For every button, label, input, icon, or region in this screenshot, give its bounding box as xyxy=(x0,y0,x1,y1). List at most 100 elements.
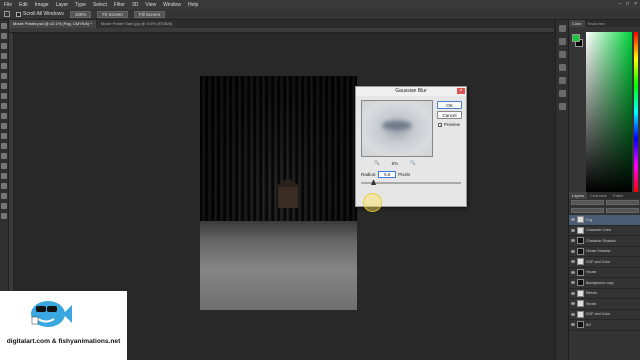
menu-type[interactable]: Type xyxy=(75,2,86,8)
tab-color[interactable]: Color xyxy=(569,20,585,27)
history-brush-tool-icon[interactable] xyxy=(1,113,7,119)
layer-row[interactable]: Character Color xyxy=(569,226,640,236)
visibility-eye-icon[interactable] xyxy=(571,323,575,327)
right-panels: Color Swatches Layers Channels Paths Fog… xyxy=(568,20,640,360)
menu-filter[interactable]: Filter xyxy=(114,2,125,8)
history-icon[interactable] xyxy=(558,25,566,32)
visibility-eye-icon[interactable] xyxy=(571,312,575,316)
type-tool-icon[interactable] xyxy=(1,173,7,179)
visibility-eye-icon[interactable] xyxy=(571,260,575,264)
brush-icon[interactable] xyxy=(558,77,566,84)
menu-view[interactable]: View xyxy=(145,2,156,8)
navigator-icon[interactable] xyxy=(558,103,566,110)
move-tool-icon[interactable] xyxy=(1,23,7,29)
blur-tool-icon[interactable] xyxy=(1,143,7,149)
saturation-field[interactable] xyxy=(586,32,632,192)
cancel-button[interactable]: Cancel xyxy=(437,111,462,119)
maximize-button[interactable]: □ xyxy=(626,1,629,7)
quick-select-tool-icon[interactable] xyxy=(1,53,7,59)
visibility-eye-icon[interactable] xyxy=(571,291,575,295)
visibility-eye-icon[interactable] xyxy=(571,249,575,253)
paragraph-icon[interactable] xyxy=(558,64,566,71)
layer-filter-select[interactable] xyxy=(571,200,604,205)
tab-layers[interactable]: Layers xyxy=(569,192,588,199)
menu-layer[interactable]: Layer xyxy=(56,2,69,8)
hue-slider[interactable] xyxy=(634,32,638,192)
eraser-tool-icon[interactable] xyxy=(1,123,7,129)
ok-button[interactable]: OK xyxy=(437,101,462,109)
lasso-tool-icon[interactable] xyxy=(1,43,7,49)
character-icon[interactable] xyxy=(558,51,566,58)
tab-channels[interactable]: Channels xyxy=(587,192,610,199)
fill-field[interactable] xyxy=(606,208,639,213)
layer-row[interactable]: BG xyxy=(569,320,640,331)
menu-help[interactable]: Help xyxy=(188,2,198,8)
foreground-color-swatch[interactable] xyxy=(572,34,580,42)
zoom-in-icon[interactable]: 🔍 xyxy=(374,160,380,166)
cabin-image xyxy=(275,178,301,208)
layer-row[interactable]: House Shadow xyxy=(569,247,640,257)
pen-tool-icon[interactable] xyxy=(1,163,7,169)
radius-input[interactable]: 5.6 xyxy=(378,171,397,178)
visibility-eye-icon[interactable] xyxy=(571,270,575,274)
menu-select[interactable]: Select xyxy=(93,2,107,8)
tab-movie-poster[interactable]: Movie Poster.psd @ 42.1% (Fog, CMYK/8) * xyxy=(9,20,96,28)
tab-paths[interactable]: Paths xyxy=(610,192,626,199)
info-icon[interactable] xyxy=(558,90,566,97)
zoom-100-button[interactable]: 100% xyxy=(69,10,92,18)
zoom-level: 8% xyxy=(391,160,399,166)
dodge-tool-icon[interactable] xyxy=(1,153,7,159)
path-select-tool-icon[interactable] xyxy=(1,183,7,189)
menu-bar: File Edit Image Layer Type Select Filter… xyxy=(0,0,640,9)
opacity-field[interactable] xyxy=(571,208,604,213)
tab-movie-poster-sam[interactable]: Movie Poster Sam.jpg @ 100% (RGB/8) xyxy=(96,20,177,28)
visibility-eye-icon[interactable] xyxy=(571,228,575,232)
radius-slider[interactable] xyxy=(361,180,461,185)
layer-thumbnail xyxy=(577,268,584,276)
healing-tool-icon[interactable] xyxy=(1,83,7,89)
fit-screen-button[interactable]: Fit Screen xyxy=(97,10,128,18)
visibility-eye-icon[interactable] xyxy=(571,239,575,243)
visibility-eye-icon[interactable] xyxy=(571,218,575,222)
blur-preview[interactable] xyxy=(361,100,433,157)
shape-tool-icon[interactable] xyxy=(1,193,7,199)
layer-row[interactable]: Stroke xyxy=(569,299,640,310)
menu-window[interactable]: Window xyxy=(163,2,181,8)
tab-swatches[interactable]: Swatches xyxy=(585,20,608,27)
gradient-tool-icon[interactable] xyxy=(1,133,7,139)
layer-row[interactable]: House xyxy=(569,268,640,278)
layer-row[interactable]: DOF and Color xyxy=(569,257,640,268)
layer-row[interactable]: DOF and Color xyxy=(569,310,640,320)
fill-screen-button[interactable]: Fill Screen xyxy=(133,10,166,18)
menu-image[interactable]: Image xyxy=(35,2,49,8)
marquee-tool-icon[interactable] xyxy=(1,33,7,39)
preview-checkbox[interactable]: ✓ Preview xyxy=(438,122,460,127)
zoom-out-icon[interactable]: 🔍 xyxy=(410,160,416,166)
menu-file[interactable]: File xyxy=(4,2,12,8)
layer-row[interactable]: Background copy xyxy=(569,278,640,289)
menu-3d[interactable]: 3D xyxy=(132,2,138,8)
layer-row[interactable]: Fog xyxy=(569,215,640,226)
blend-mode-select[interactable] xyxy=(606,200,639,205)
minimize-button[interactable]: – xyxy=(618,1,621,7)
checkbox-box xyxy=(16,11,21,17)
stamp-tool-icon[interactable] xyxy=(1,103,7,109)
crop-tool-icon[interactable] xyxy=(1,63,7,69)
slider-thumb[interactable] xyxy=(371,180,376,185)
document-canvas[interactable] xyxy=(200,76,357,310)
brush-tool-icon[interactable] xyxy=(1,93,7,99)
dialog-close-icon[interactable]: × xyxy=(457,88,465,94)
hand-tool-icon[interactable] xyxy=(4,11,10,17)
visibility-eye-icon[interactable] xyxy=(571,302,575,306)
visibility-eye-icon[interactable] xyxy=(571,281,575,285)
scroll-all-windows-checkbox[interactable]: Scroll All Windows xyxy=(16,11,64,17)
properties-icon[interactable] xyxy=(558,38,566,45)
eyedropper-tool-icon[interactable] xyxy=(1,73,7,79)
layer-row[interactable]: Character Shadow xyxy=(569,236,640,247)
zoom-tool-icon[interactable] xyxy=(1,213,7,219)
layer-row[interactable]: Effects xyxy=(569,289,640,299)
menu-edit[interactable]: Edit xyxy=(19,2,28,8)
close-button[interactable]: × xyxy=(634,1,637,7)
hand-tool-icon[interactable] xyxy=(1,203,7,209)
dialog-title[interactable]: Gaussian Blur xyxy=(356,87,466,96)
